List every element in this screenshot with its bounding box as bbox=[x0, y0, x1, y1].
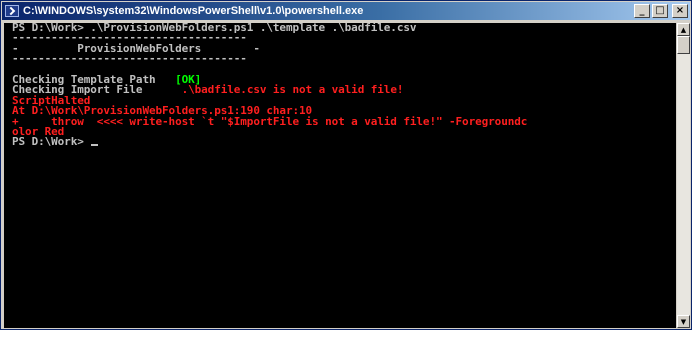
powershell-window: C:\WINDOWS\system32\WindowsPowerShell\v1… bbox=[0, 0, 692, 330]
console-line-banner-bottom: ------------------------------------ bbox=[12, 52, 247, 66]
title-bar[interactable]: C:\WINDOWS\system32\WindowsPowerShell\v1… bbox=[2, 2, 690, 20]
console-output[interactable]: PS D:\Work> .\ProvisionWebFolders.ps1 .\… bbox=[4, 23, 676, 328]
minimize-button[interactable]: _ bbox=[634, 4, 650, 18]
prompt-text: PS D:\Work> bbox=[12, 135, 91, 149]
vertical-scrollbar[interactable]: ▲ ▼ bbox=[677, 23, 690, 328]
console-line-error-code-wrap: olor Red bbox=[12, 124, 65, 138]
scroll-down-button[interactable]: ▼ bbox=[677, 315, 690, 328]
powershell-icon[interactable] bbox=[5, 5, 19, 17]
maximize-button[interactable]: □ bbox=[652, 4, 668, 18]
scroll-thumb[interactable] bbox=[677, 36, 690, 54]
text-cursor bbox=[91, 144, 99, 147]
window-controls: _ □ × bbox=[634, 4, 688, 18]
close-button[interactable]: × bbox=[672, 4, 688, 18]
console-line-prompt: PS D:\Work> bbox=[4, 135, 676, 149]
console-line-error-code: + throw <<<< write-host `t "$ImportFile … bbox=[12, 114, 528, 128]
import-check-error: .\badfile.csv is not a valid file! bbox=[181, 83, 404, 97]
console-line-import-check: Checking Import File .\badfile.csv is no… bbox=[4, 83, 676, 97]
window-title: C:\WINDOWS\system32\WindowsPowerShell\v1… bbox=[23, 5, 364, 17]
scroll-up-button[interactable]: ▲ bbox=[677, 23, 690, 36]
